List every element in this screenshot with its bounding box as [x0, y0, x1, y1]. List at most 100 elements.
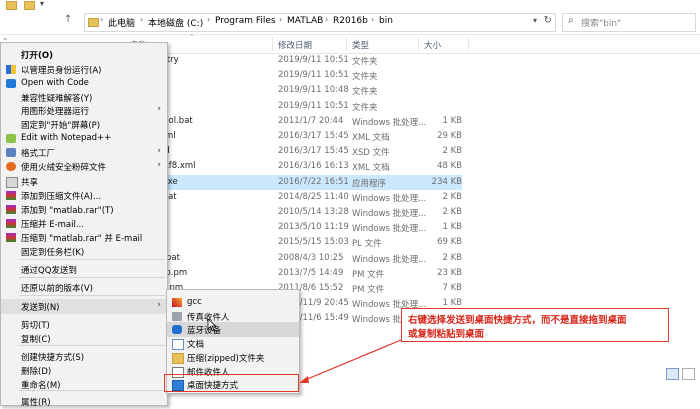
context-menu-label: 发送到(N) — [21, 303, 60, 313]
context-menu-item[interactable]: 用图形处理器运行 › — [1, 103, 167, 118]
context-menu-label: 固定到"开始"屏幕(P) — [21, 121, 101, 131]
up-arrow-icon[interactable]: ↑ — [64, 14, 72, 25]
notepad-plus-icon — [6, 134, 16, 143]
file-date: 2016/3/17 15:45 — [278, 131, 349, 141]
title-bar: ▾ — [0, 0, 700, 10]
file-date: 2011/1/7 20:44 — [278, 115, 344, 126]
breadcrumb-this-pc[interactable]: 此电脑 — [108, 16, 135, 29]
quick-access-dropdown-icon[interactable]: ▾ — [40, 0, 44, 8]
context-menu-item[interactable]: 删除(D) — [1, 363, 167, 378]
chevron-right-icon: › — [157, 300, 161, 310]
file-type: PL 文件 — [352, 239, 382, 250]
context-menu-item[interactable]: 压缩到 "matlab.rar" 并 E-mail — [1, 230, 167, 245]
file-date: 2015/5/15 15:03 — [278, 237, 349, 248]
context-menu-item[interactable]: 共享 — [1, 174, 167, 189]
large-icons-view-button[interactable] — [682, 368, 695, 380]
breadcrumb-r2016b[interactable]: R2016b — [333, 16, 368, 26]
file-size: 69 KB — [437, 237, 462, 248]
breadcrumb-program-files[interactable]: Program Files — [215, 16, 276, 26]
file-size: 2 KB — [442, 252, 462, 263]
refresh-icon[interactable]: ↻ — [544, 15, 552, 26]
file-date: 2019/9/11 10:51 — [278, 70, 349, 81]
send-to-item[interactable]: 蓝牙设备 — [167, 322, 299, 337]
file-size: 23 KB — [437, 267, 462, 278]
context-menu-label: 共享 — [21, 178, 39, 188]
chevron-right-icon: › — [157, 104, 161, 114]
documents-icon — [172, 339, 184, 350]
context-menu-item[interactable]: 属性(R) — [1, 394, 167, 409]
address-dropdown-icon[interactable]: ▾ — [533, 16, 537, 25]
send-to-label: 压缩(zipped)文件夹 — [187, 354, 265, 364]
mouse-cursor-icon — [207, 318, 217, 332]
context-menu-item[interactable]: 固定到任务栏(K) — [1, 244, 167, 259]
sort-up-icon: ˄ — [190, 34, 194, 42]
context-menu-item[interactable]: Open with Code — [1, 76, 167, 91]
context-menu-label: 以管理员身份运行(A) — [21, 66, 102, 76]
details-view-button[interactable] — [666, 368, 679, 380]
context-menu-item[interactable]: 打开(O) — [1, 47, 167, 62]
menu-separator — [19, 295, 165, 296]
context-menu-item[interactable]: 通过QQ发送到 — [1, 262, 167, 277]
chevron-right-icon: › — [325, 15, 329, 24]
context-menu-label: 还原以前的版本(V) — [21, 284, 93, 294]
file-size: 1 KB — [442, 115, 462, 126]
breadcrumb-local-disk[interactable]: 本地磁盘 (C:) — [148, 16, 203, 29]
send-to-item[interactable]: 文档 — [167, 336, 299, 351]
fax-icon — [172, 312, 182, 321]
context-menu-item[interactable]: 添加到 "matlab.rar"(T) — [1, 202, 167, 217]
file-type: XML 文档 — [352, 133, 390, 143]
file-date: 2013/7/5 14:49 — [278, 267, 344, 278]
column-size[interactable]: 大小 — [424, 39, 441, 51]
context-menu-item[interactable]: 压缩并 E-mail... — [1, 216, 167, 231]
context-menu-label: 重命名(M) — [21, 381, 61, 391]
address-bar[interactable]: › 此电脑 › 本地磁盘 (C:) › Program Files › MATL… — [84, 13, 556, 32]
context-menu-item[interactable]: 创建快捷方式(S) — [1, 349, 167, 364]
context-menu-label: 压缩到 "matlab.rar" 并 E-mail — [21, 234, 143, 244]
context-menu-item[interactable]: 还原以前的版本(V) — [1, 280, 167, 295]
context-menu-label: 删除(D) — [21, 367, 52, 377]
column-type[interactable]: 类型 — [352, 39, 369, 51]
file-type: XML 文档 — [352, 163, 390, 174]
context-menu-item[interactable]: 重命名(M) — [1, 377, 167, 392]
file-type: PM 文件 — [352, 285, 385, 295]
file-type: 文件夹 — [352, 102, 378, 113]
context-menu-item[interactable]: 固定到"开始"屏幕(P) — [1, 117, 167, 132]
breadcrumb-matlab[interactable]: MATLAB — [287, 16, 323, 26]
send-to-label: 文档 — [187, 340, 205, 350]
file-size: 1 KB — [442, 298, 462, 309]
file-type: XSD 文件 — [352, 148, 390, 159]
column-date[interactable]: 修改日期 — [278, 39, 312, 51]
context-menu: 打开(O) 以管理员身份运行(A) Open with Code 兼容性疑难解答(Y)… — [0, 42, 168, 409]
annotation-callout: 右键选择发送到桌面快捷方式，而不是直接拖到桌面 或复制粘贴到桌面 — [401, 308, 669, 342]
context-menu-item[interactable]: 复制(C) — [1, 331, 167, 346]
context-menu-item[interactable]: 以管理员身份运行(A) — [1, 62, 167, 77]
file-size: 2 KB — [442, 146, 462, 157]
file-date: 2019/9/11 10:51 — [278, 100, 349, 111]
context-menu-item[interactable]: 格式工厂 › — [1, 145, 167, 160]
send-to-item[interactable]: gcc — [167, 295, 299, 310]
context-menu-item[interactable]: 添加到压缩文件(A)... — [1, 188, 167, 203]
send-to-item[interactable]: 压缩(zipped)文件夹 — [167, 350, 299, 365]
file-date: 2016/3/16 16:13 — [278, 161, 349, 172]
context-menu-item[interactable]: Edit with Notepad++ — [1, 131, 167, 146]
context-menu-label: 添加到 "matlab.rar"(T) — [21, 206, 114, 216]
column-header: 名称 ˄ 修改日期 类型 大小 — [82, 34, 700, 54]
search-input[interactable]: ⌕ 搜索"bin" — [562, 13, 696, 32]
context-menu-label: 用图形处理器运行 — [21, 107, 90, 117]
file-date: 2008/4/3 10:25 — [278, 252, 344, 263]
chevron-right-icon: › — [100, 15, 104, 24]
file-date: 2016/3/17 15:45 — [278, 146, 349, 157]
file-size: 48 KB — [437, 161, 462, 172]
folder-icon — [88, 18, 99, 27]
breadcrumb-bin[interactable]: bin — [379, 16, 393, 26]
context-menu-item[interactable]: 发送到(N) › — [1, 299, 167, 314]
context-menu-label: 创建快捷方式(S) — [21, 353, 85, 363]
file-date: 2019/9/11 10:51 — [278, 55, 349, 65]
context-menu-item[interactable]: 使用火绒安全粉碎文件 › — [1, 159, 167, 174]
context-menu-item[interactable]: 剪切(T) — [1, 317, 167, 332]
context-menu-label: 添加到压缩文件(A)... — [21, 192, 102, 202]
search-icon: ⌕ — [568, 15, 574, 26]
file-date: 2010/5/14 13:28 — [278, 207, 349, 217]
context-menu-label: 通过QQ发送到 — [21, 266, 77, 276]
bluetooth-icon — [172, 325, 182, 334]
